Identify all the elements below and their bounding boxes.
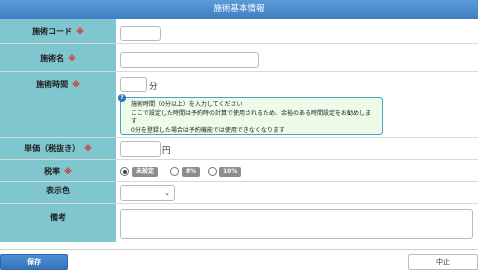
duration-info-box: 施術時間（0分以上）を入力してください ここで設定した時間は予約時の計算で使用さ…	[120, 97, 383, 135]
save-button[interactable]: 保存	[0, 254, 68, 270]
row-price: 単価（税抜き） ※ 円	[0, 138, 478, 160]
duration-input[interactable]	[120, 77, 147, 92]
name-label-cell: 施術名 ※	[0, 44, 116, 71]
price-unit: 円	[162, 146, 171, 156]
action-bar	[0, 249, 478, 279]
info-line-2: ここで設定した時間は予約時の計算で使用されるため、余裕のある時間設定をお勧めしま…	[131, 109, 372, 126]
tax-label: 税率	[44, 167, 61, 176]
row-code: 施術コード ※	[0, 19, 478, 44]
row-notes: 備考	[0, 204, 478, 242]
notes-textarea[interactable]	[120, 209, 473, 239]
color-select[interactable]: ⌄	[120, 185, 175, 201]
tax-radio-8[interactable]	[170, 167, 179, 176]
notes-label-cell: 備考	[0, 204, 116, 242]
duration-unit: 分	[149, 82, 158, 92]
code-label-cell: 施術コード ※	[0, 19, 116, 43]
required-mark: ※	[68, 54, 76, 63]
required-mark: ※	[64, 167, 72, 176]
tax-option-10: 10%	[219, 167, 242, 177]
name-input[interactable]	[120, 52, 259, 68]
page-title: 施術基本情報	[0, 0, 478, 19]
notes-label: 備考	[50, 213, 66, 222]
required-mark: ※	[76, 27, 84, 36]
duration-label-cell: 施術時間 ※	[0, 72, 116, 137]
row-tax: 税率 ※ 未設定 8% 10%	[0, 160, 478, 182]
info-icon: ?	[118, 94, 126, 102]
price-label: 単価（税抜き）	[24, 144, 81, 153]
tax-label-cell: 税率 ※	[0, 160, 116, 181]
cancel-button[interactable]: 中止	[408, 254, 478, 270]
required-mark: ※	[72, 80, 80, 89]
code-input[interactable]	[120, 26, 161, 41]
price-label-cell: 単価（税抜き） ※	[0, 138, 116, 159]
duration-label: 施術時間	[36, 80, 69, 89]
required-mark: ※	[84, 144, 92, 153]
tax-option-unset: 未設定	[132, 167, 159, 177]
color-label-cell: 表示色	[0, 182, 116, 203]
row-color: 表示色	[0, 182, 478, 204]
code-label: 施術コード	[32, 27, 73, 36]
tax-radio-unset[interactable]	[120, 167, 129, 176]
chevron-down-icon: ⌄	[164, 189, 170, 197]
info-line-1: 施術時間（0分以上）を入力してください	[131, 101, 243, 108]
tax-option-8: 8%	[182, 167, 201, 177]
price-input[interactable]	[120, 141, 161, 157]
tax-radio-10[interactable]	[208, 167, 217, 176]
row-name: 施術名 ※	[0, 44, 478, 72]
info-line-3: 0分を登録した場合は予約機能では使用できなくなります	[131, 126, 285, 134]
name-label: 施術名	[40, 54, 65, 63]
color-label: 表示色	[46, 186, 70, 195]
